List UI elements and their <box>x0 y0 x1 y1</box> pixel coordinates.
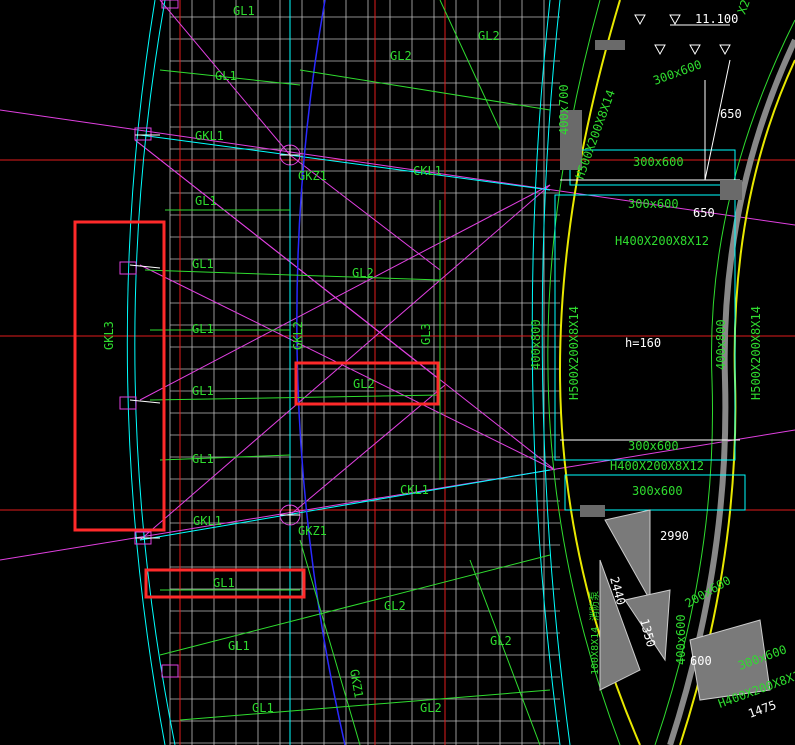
label-gkl1: GKL1 <box>193 514 222 528</box>
label-gl1: GL1 <box>192 322 214 336</box>
label-beam-size: 300x600 <box>633 155 684 169</box>
label-rotated-note: 100X8X14 消防泵 <box>588 591 601 675</box>
label-gkz1: GKZ1 <box>298 524 327 538</box>
label-gkl1: GKL1 <box>195 129 224 143</box>
label-gl3: GL3 <box>419 323 433 345</box>
label-dim: 2990 <box>660 529 689 543</box>
label-dim: 650 <box>720 107 742 121</box>
label-gkl2: GKL2 <box>291 321 305 350</box>
label-dim: 650 <box>693 206 715 220</box>
label-beam-size: 300x600 <box>632 484 683 498</box>
label-dim: 600 <box>690 654 712 668</box>
label-gl1: GL1 <box>195 194 217 208</box>
label-gl1: GL1 <box>192 452 214 466</box>
label-steel-section: H500X200X8X14 <box>567 306 581 400</box>
label-slab-thickness: h=160 <box>625 336 661 350</box>
label-gl2: GL2 <box>490 634 512 648</box>
label-gl1: GL1 <box>228 639 250 653</box>
label-elevation: 11.100 <box>695 12 738 26</box>
label-gkz1: GKZ1 <box>298 169 327 183</box>
label-beam-size: 300x600 <box>628 439 679 453</box>
label-steel-top: X200X8X12 <box>735 0 770 16</box>
label-gl1: GL1 <box>215 69 237 83</box>
label-beam-size: 300x600 <box>628 197 679 211</box>
label-gkl3: GKL3 <box>102 321 116 350</box>
label-gl1: GL1 <box>213 576 235 590</box>
label-gl1: GL1 <box>192 257 214 271</box>
label-steel-section: H500X200X8X14 <box>749 306 763 400</box>
label-gl2: GL2 <box>352 266 374 280</box>
label-gl2: GL2 <box>353 377 375 391</box>
label-gl2: GL2 <box>478 29 500 43</box>
label-column-size: 400x600 <box>674 614 688 665</box>
label-ckl1: CKL1 <box>413 164 442 178</box>
label-column-size: 400x800 <box>714 319 728 370</box>
label-ckl1: CKL1 <box>400 483 429 497</box>
label-dim: 1475 <box>746 698 778 721</box>
label-gl2: GL2 <box>390 49 412 63</box>
label-steel-section: H400X200X8X12 <box>615 234 709 248</box>
label-gl1: GL1 <box>192 384 214 398</box>
label-gkz1-rotated: GKZ1 <box>347 668 366 699</box>
cad-drawing-canvas[interactable]: GL1 GL1 GL1 GL1 GL1 GL1 GL1 GL1 GL1 GL2 … <box>0 0 795 745</box>
label-gl1: GL1 <box>233 4 255 18</box>
label-gl1: GL1 <box>252 701 274 715</box>
label-column-size: 400x700 <box>557 84 571 135</box>
label-gl2: GL2 <box>384 599 406 613</box>
label-steel-section: H400X200X8X12 <box>610 459 704 473</box>
label-beam-size: 300x600 <box>651 57 703 87</box>
label-column-size: 400x800 <box>529 319 543 370</box>
label-gl2: GL2 <box>420 701 442 715</box>
